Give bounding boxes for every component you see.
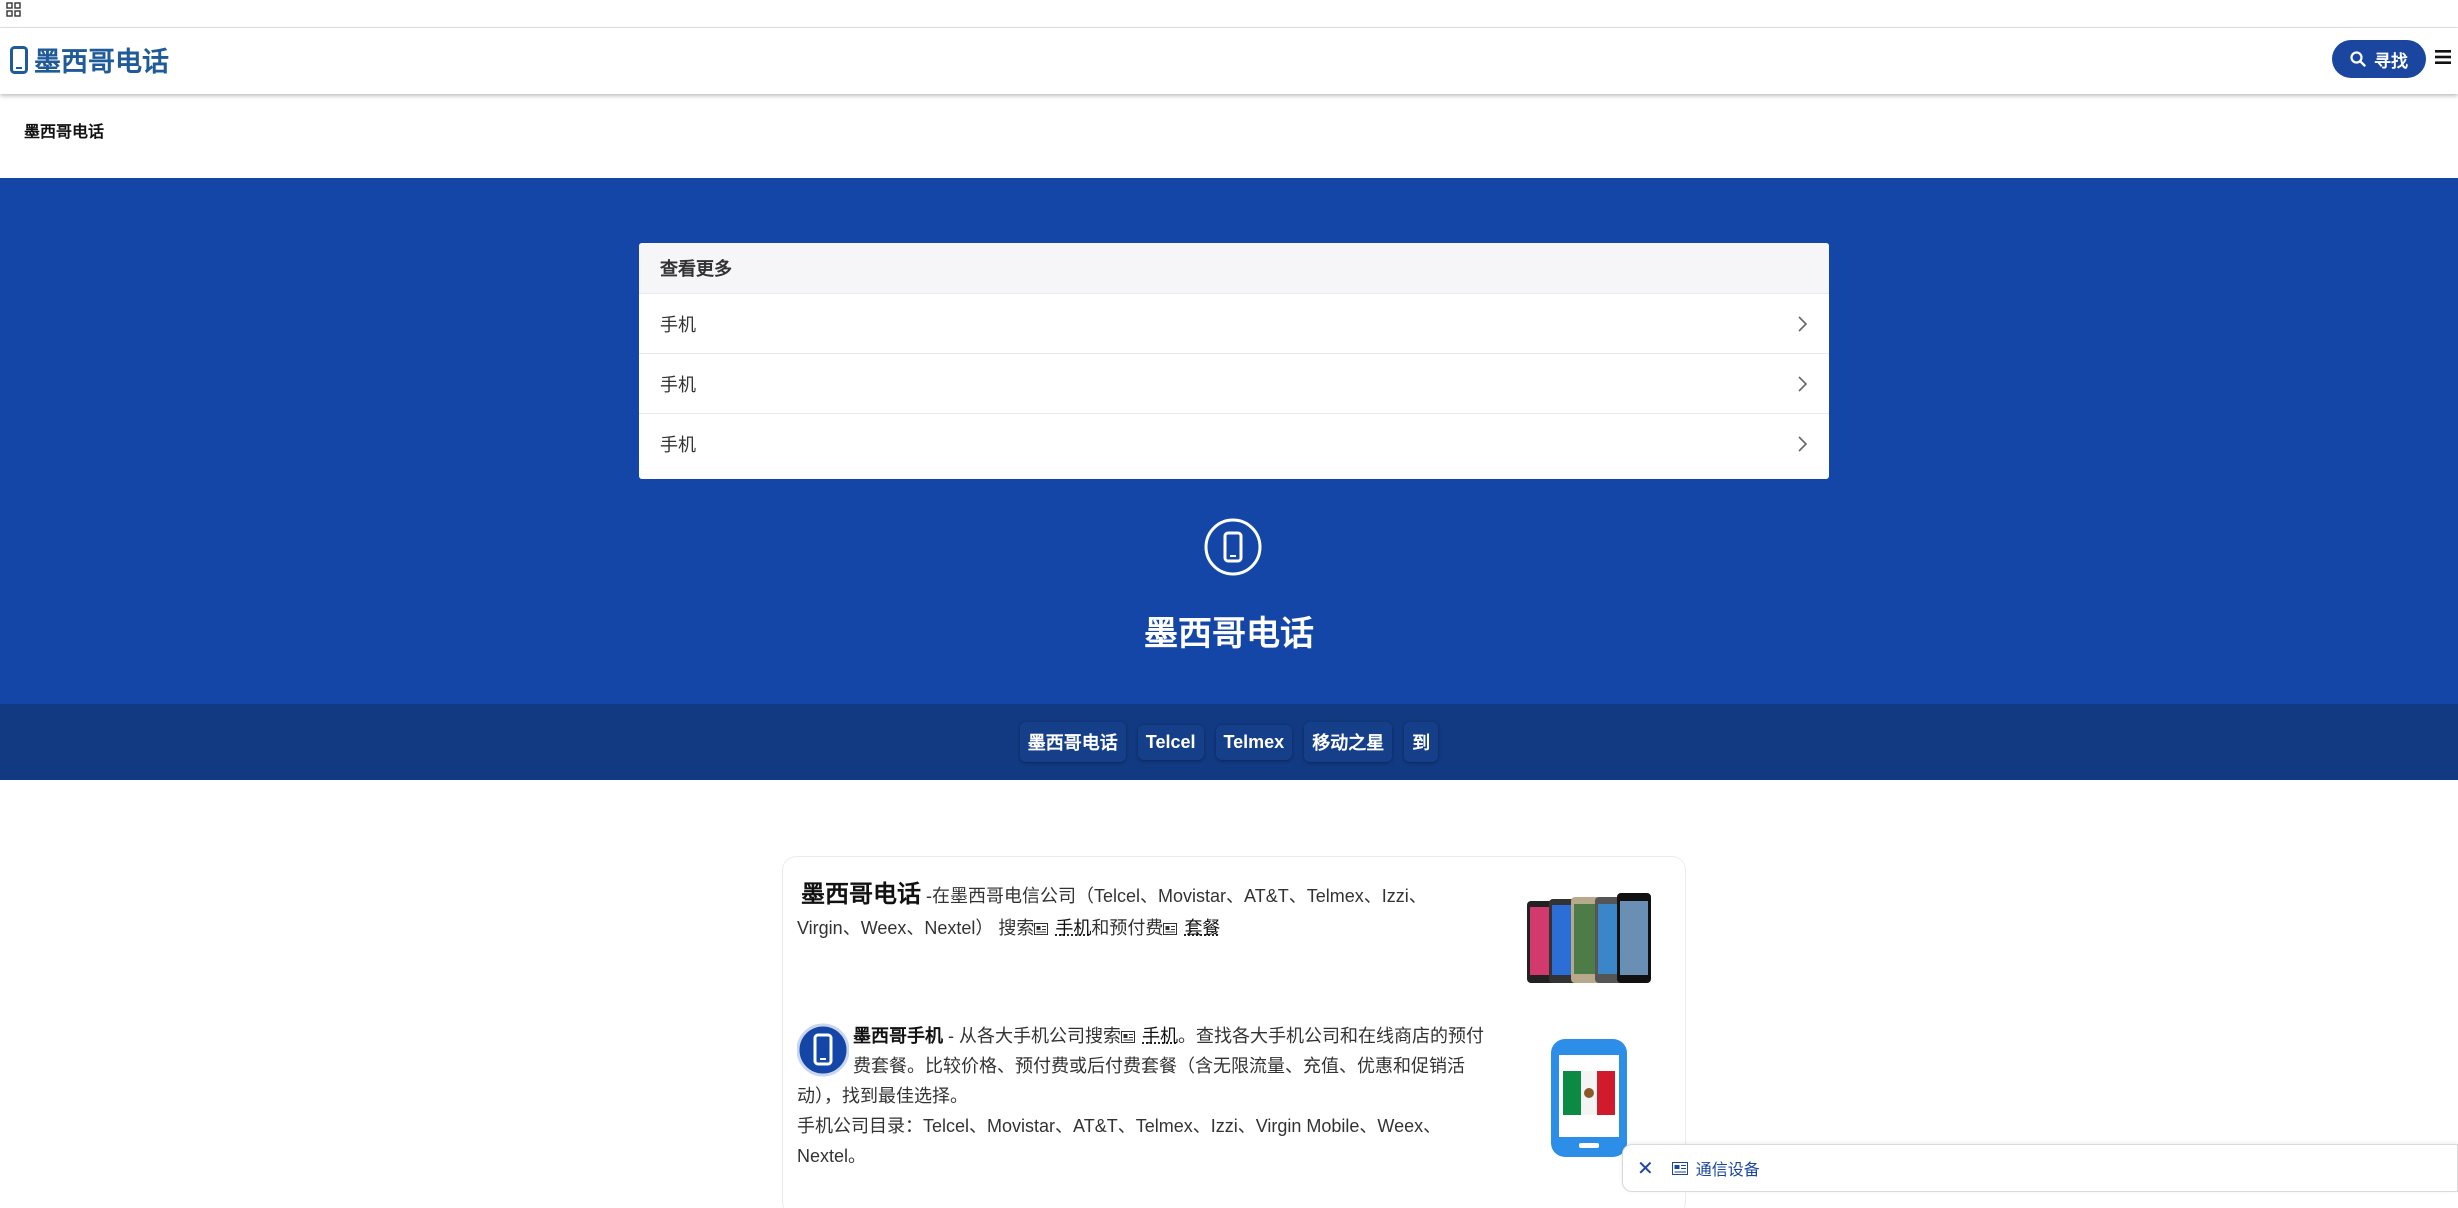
see-more-item[interactable]: 手机 [639, 413, 1829, 473]
chevron-right-icon [1796, 315, 1808, 333]
search-button[interactable]: 寻找 [2332, 40, 2426, 78]
breadcrumb[interactable]: 墨西哥电话 [24, 118, 104, 142]
see-more-card: 查看更多 手机 手机 手机 [639, 243, 1829, 479]
doc-icon [1121, 1031, 1135, 1043]
intro-lead: 墨西哥电话 [801, 881, 921, 908]
phone-circle-icon [1204, 518, 1262, 576]
section-lead: 墨西哥手机 [853, 1026, 943, 1046]
see-more-item-label: 手机 [660, 431, 696, 457]
hamburger-icon[interactable] [2434, 48, 2452, 66]
grid-icon[interactable] [6, 2, 22, 18]
nav-item[interactable]: 墨西哥电话 [1020, 722, 1126, 762]
intro-paragraph: 墨西哥电话 -在墨西哥电信公司（Telcel、Movistar、AT&T、Tel… [797, 879, 1487, 944]
site-logo[interactable]: 墨西哥电话 [10, 40, 169, 79]
nav-item[interactable]: 移动之星 [1304, 722, 1392, 762]
doc-icon [1034, 923, 1048, 935]
chevron-right-icon [1796, 435, 1808, 453]
content-card: 墨西哥电话 -在墨西哥电信公司（Telcel、Movistar、AT&T、Tel… [782, 856, 1686, 1208]
close-icon[interactable]: ✕ [1637, 1156, 1654, 1181]
section-paragraph: 墨西哥手机 - 从各大手机公司搜索 手机。查找各大手机公司和在线商店的预付费套餐… [797, 1021, 1497, 1171]
plans-link[interactable]: 套餐 [1184, 918, 1220, 938]
see-more-item-label: 手机 [660, 311, 696, 337]
see-more-item[interactable]: 手机 [639, 353, 1829, 413]
toast-label: 通信设备 [1696, 1156, 1760, 1180]
hero-title: 墨西哥电话 [0, 606, 2458, 655]
see-more-title: 查看更多 [639, 243, 1829, 293]
toast-link[interactable]: 通信设备 [1672, 1156, 1760, 1180]
phone-icon [10, 46, 28, 74]
chevron-right-icon [1796, 375, 1808, 393]
hero-section: 查看更多 手机 手机 手机 墨西哥电话 [0, 178, 2458, 704]
search-label: 寻找 [2374, 47, 2408, 72]
doc-icon [1672, 1162, 1688, 1175]
see-more-item-label: 手机 [660, 371, 696, 397]
category-nav: 墨西哥电话 Telcel Telmex 移动之星 到 [0, 704, 2458, 780]
intro-text-2: 和预付费 [1091, 918, 1163, 938]
nav-item[interactable]: 到 [1404, 722, 1438, 762]
search-icon [2350, 51, 2366, 67]
bottom-toast: ✕ 通信设备 [1622, 1144, 2458, 1192]
doc-icon [1163, 923, 1177, 935]
nav-item[interactable]: Telcel [1138, 725, 1204, 760]
top-strip [0, 0, 2458, 28]
logo-text: 墨西哥电话 [34, 40, 169, 79]
site-header: 墨西哥电话 寻找 [0, 28, 2458, 94]
section-text: - 从各大手机公司搜索 [943, 1026, 1121, 1046]
see-more-item[interactable]: 手机 [639, 293, 1829, 353]
company-directory: 手机公司目录：Telcel、Movistar、AT&T、Telmex、Izzi、… [797, 1116, 1441, 1166]
phones-link[interactable]: 手机 [1055, 918, 1091, 938]
mexico-phone-icon [1549, 1037, 1629, 1159]
smartphones-image [1523, 891, 1657, 987]
mobile-phones-link[interactable]: 手机 [1142, 1026, 1178, 1046]
phone-badge-icon [797, 1021, 849, 1079]
nav-item[interactable]: Telmex [1216, 725, 1293, 760]
